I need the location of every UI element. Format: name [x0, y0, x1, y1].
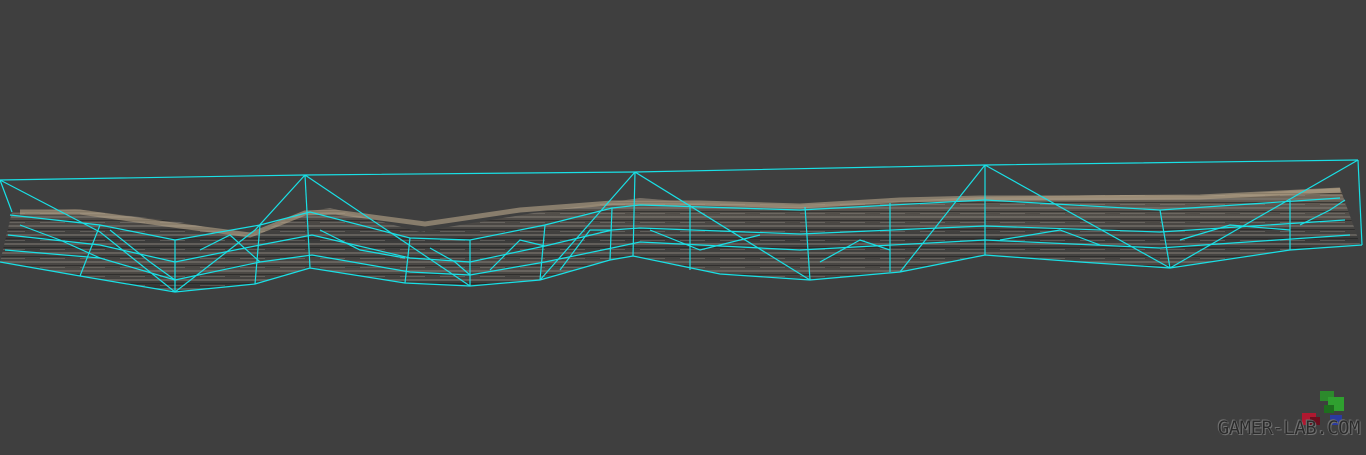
fence-mesh	[0, 187, 1360, 292]
fence-model-render	[0, 159, 1363, 293]
watermark: GAMER-LAB.COM	[1202, 391, 1362, 443]
watermark-text: GAMER-LAB.COM	[1217, 417, 1361, 439]
3d-viewport[interactable]: GAMER-LAB.COM	[0, 0, 1366, 455]
